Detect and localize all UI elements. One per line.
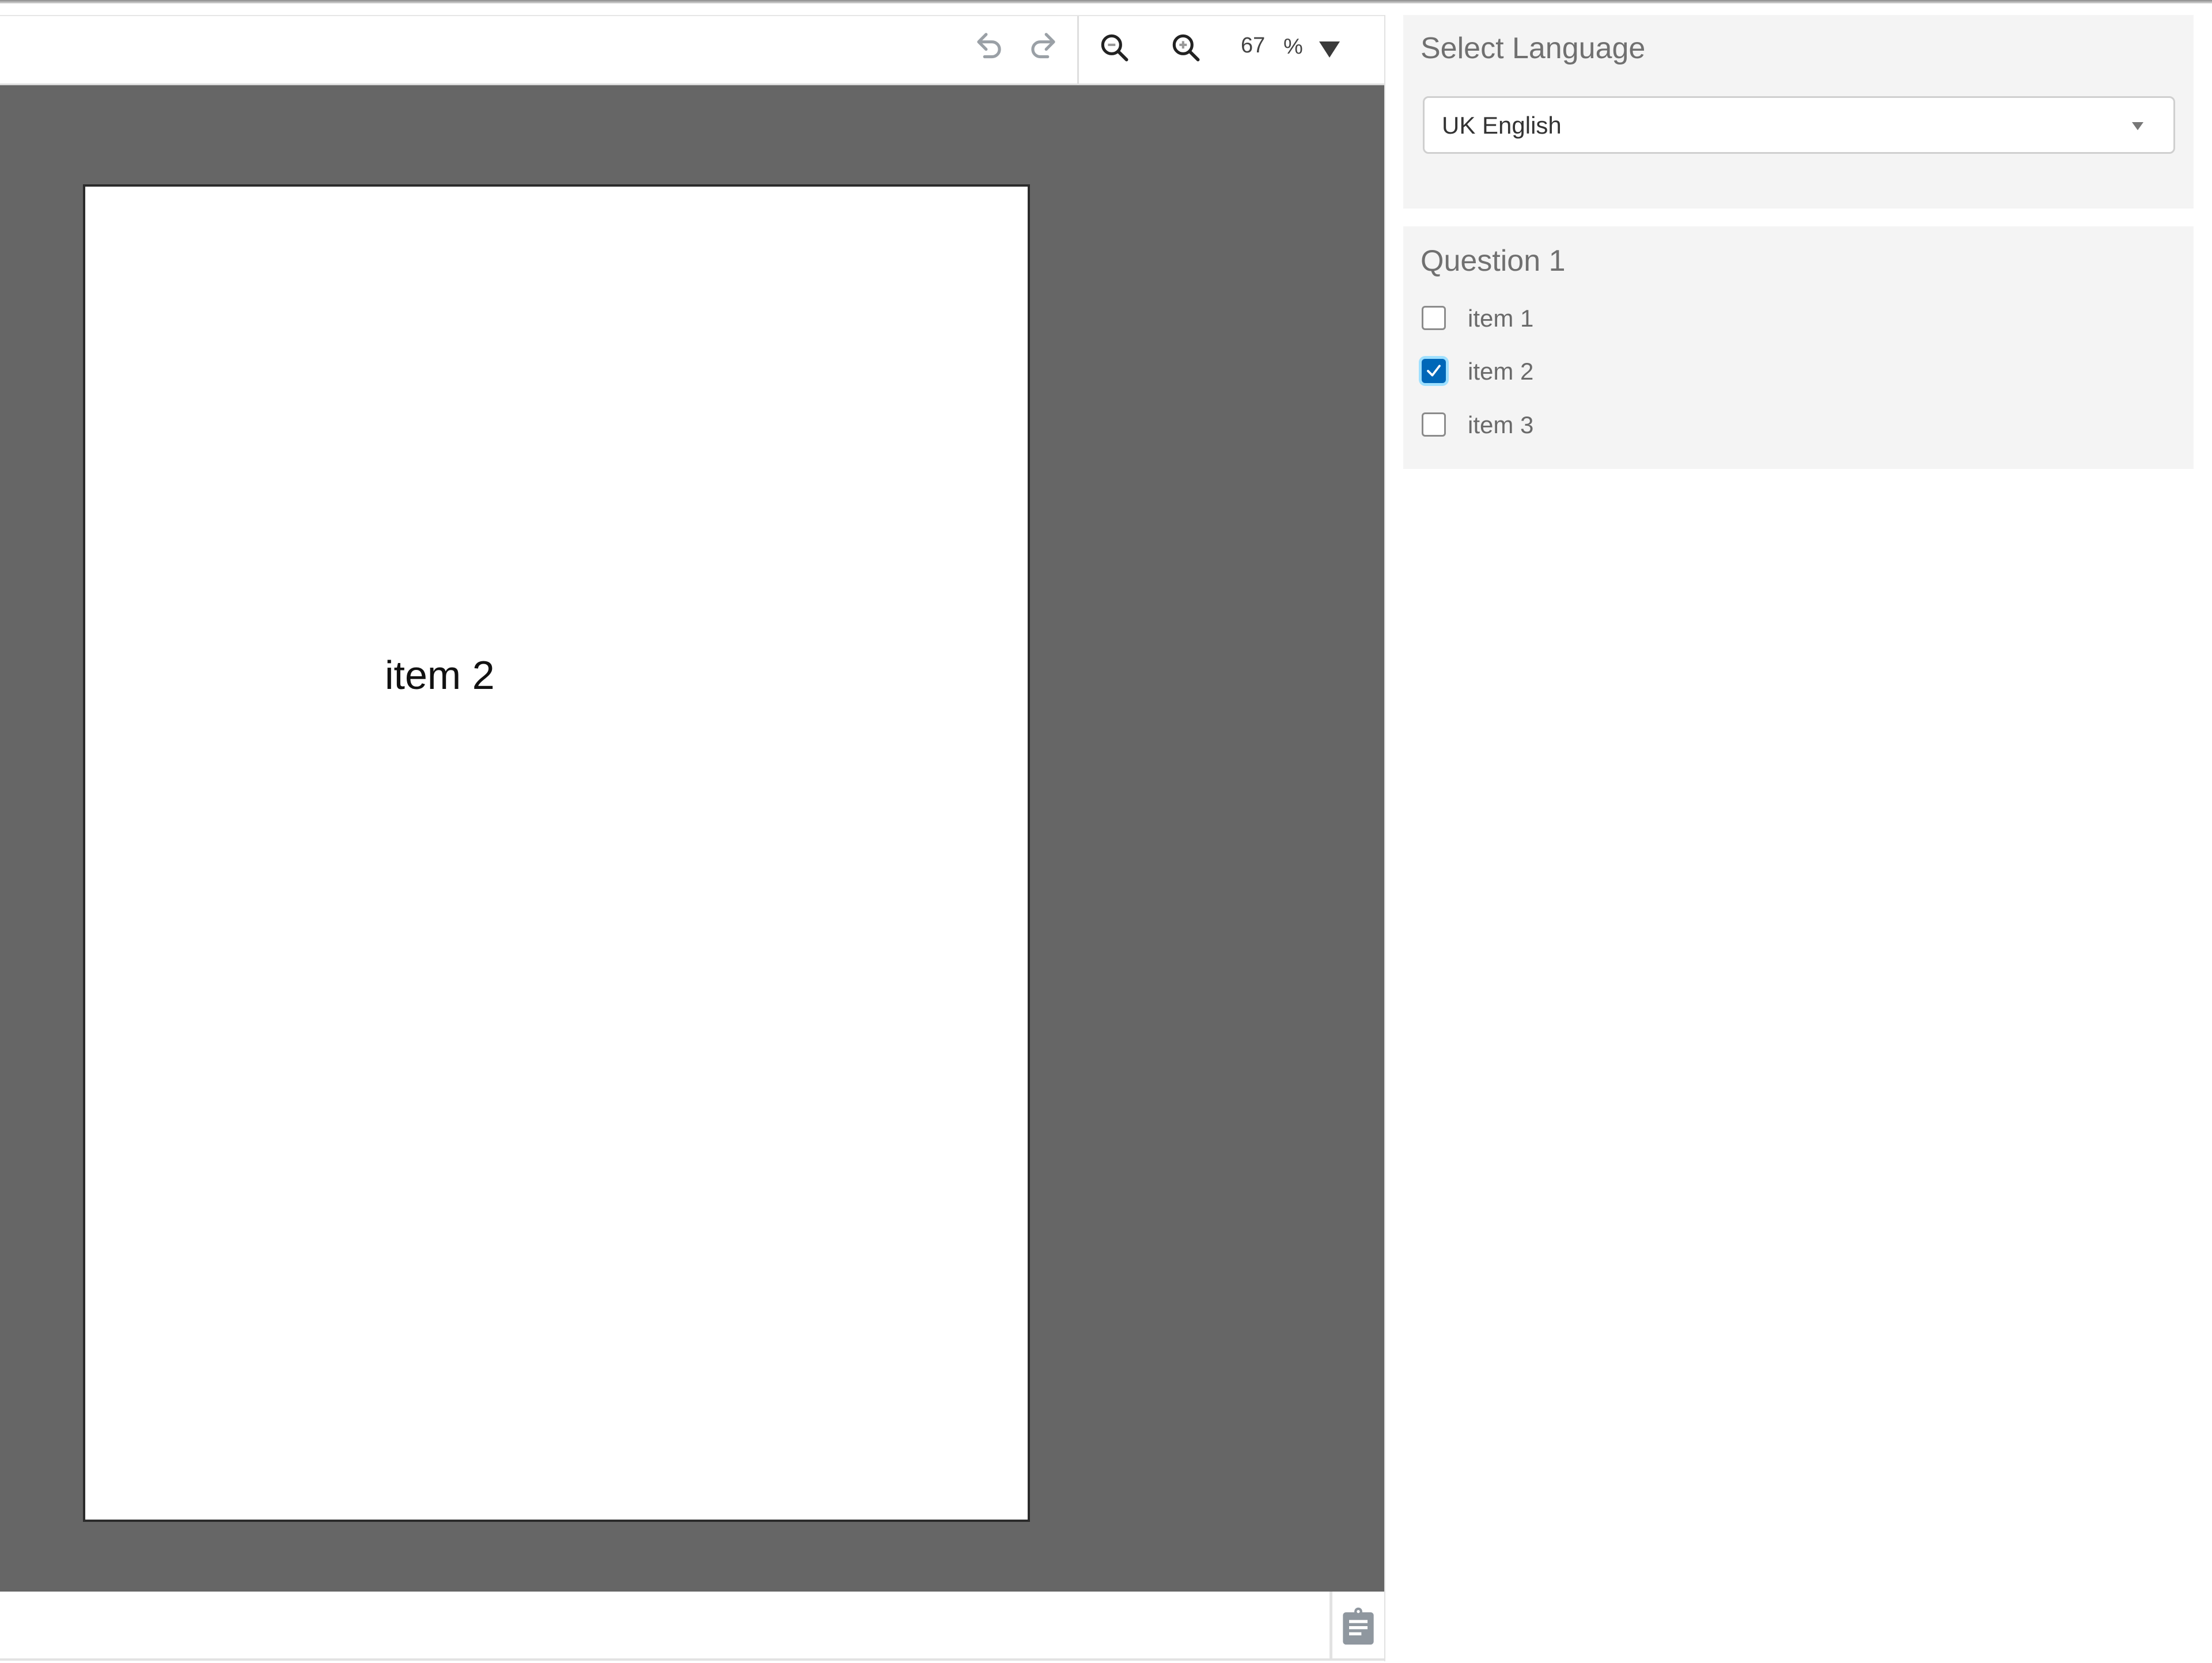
window-top-edge: [0, 0, 2212, 3]
checkbox-label[interactable]: item 3: [1468, 411, 1533, 439]
checkbox-label[interactable]: item 2: [1468, 358, 1533, 385]
question-title: Question 1: [1421, 244, 1566, 278]
toolbar-divider: [1077, 16, 1079, 84]
document-page: item 2: [83, 184, 1030, 1522]
undo-icon[interactable]: [971, 29, 1007, 67]
viewer-bottom-bar: [0, 1592, 1384, 1661]
language-select[interactable]: UK English: [1423, 96, 2175, 154]
checkbox[interactable]: [1422, 412, 1446, 437]
caret-down-icon[interactable]: [1319, 41, 1340, 58]
page-text: item 2: [385, 653, 495, 698]
document-viewer: 67 % item 2: [0, 15, 1385, 1661]
checkbox-label[interactable]: item 1: [1468, 305, 1533, 332]
document-canvas: item 2: [0, 85, 1384, 1592]
checkbox[interactable]: [1422, 306, 1446, 330]
redo-icon[interactable]: [1025, 29, 1061, 67]
viewer-toolbar: 67 %: [0, 15, 1384, 85]
language-select-value: UK English: [1442, 112, 1562, 139]
checkmark-icon: [1427, 365, 1441, 377]
zoom-level-value[interactable]: 67: [1241, 33, 1265, 58]
bottom-bar-divider: [1330, 1592, 1332, 1658]
zoom-in-icon[interactable]: [1168, 29, 1204, 67]
zoom-out-icon[interactable]: [1097, 29, 1132, 67]
checkbox[interactable]: [1422, 359, 1446, 383]
zoom-unit: %: [1283, 35, 1303, 59]
question-panel: Question 1 item 1 item 2 item 3: [1403, 226, 2194, 469]
chevron-down-icon: [2132, 122, 2143, 130]
language-panel-title: Select Language: [1421, 32, 1646, 65]
clipboard-icon[interactable]: [1340, 1606, 1377, 1646]
language-panel: Select Language UK English: [1403, 15, 2194, 209]
